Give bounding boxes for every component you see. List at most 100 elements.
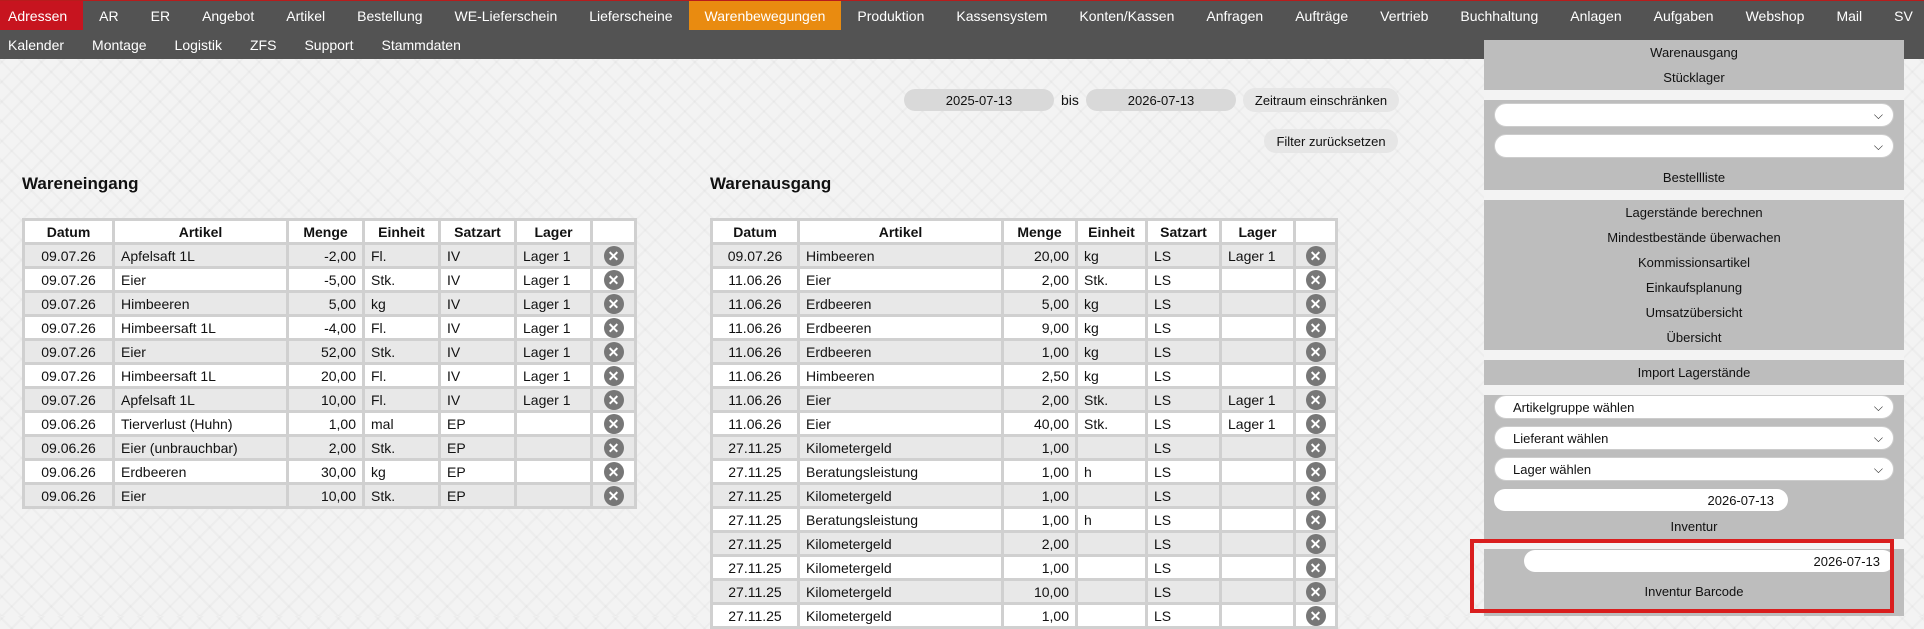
nav-item-anlagen[interactable]: Anlagen bbox=[1554, 1, 1637, 30]
column-header-menge[interactable]: Menge bbox=[286, 218, 365, 245]
sidebar-inventur-barcode-link[interactable]: Inventur Barcode bbox=[1484, 576, 1904, 606]
column-header-datum[interactable]: Datum bbox=[710, 218, 800, 245]
nav-item-mail[interactable]: Mail bbox=[1820, 1, 1878, 30]
column-header-artikel[interactable]: Artikel bbox=[112, 218, 289, 245]
close-circle-icon[interactable]: ✕ bbox=[603, 365, 624, 386]
column-header-lager[interactable]: Lager bbox=[514, 218, 593, 245]
table-row[interactable]: 27.11.25 Kilometergeld 1,00 LS ✕ bbox=[710, 554, 1338, 581]
table-row[interactable]: 09.07.26 Apfelsaft 1L -2,00 Fl. IV Lager 1 ✕ bbox=[22, 242, 637, 269]
close-circle-icon[interactable]: ✕ bbox=[1305, 581, 1326, 602]
sidebar-warenausgang-link[interactable]: Warenausgang bbox=[1484, 40, 1904, 65]
table-row[interactable]: 27.11.25 Kilometergeld 1,00 LS ✕ bbox=[710, 482, 1338, 509]
table-row[interactable]: 09.07.26 Himbeersaft 1L 20,00 Fl. IV Lager 1 ✕ bbox=[22, 362, 637, 389]
column-header-artikel[interactable]: Artikel bbox=[797, 218, 1004, 245]
sidebar-inventur-link[interactable]: Inventur bbox=[1484, 514, 1904, 539]
close-circle-icon[interactable]: ✕ bbox=[603, 461, 624, 482]
close-circle-icon[interactable]: ✕ bbox=[1305, 365, 1326, 386]
sidebar-bestellliste-link[interactable]: Bestellliste bbox=[1484, 165, 1904, 190]
stichtag-date-input[interactable]: 2026-07-13 bbox=[1494, 489, 1788, 511]
close-circle-icon[interactable]: ✕ bbox=[603, 389, 624, 410]
sidebar-select-2[interactable]: ⌵ bbox=[1494, 134, 1894, 158]
table-row[interactable]: 27.11.25 Kilometergeld 1,00 LS ✕ bbox=[710, 434, 1338, 461]
table-row[interactable]: 11.06.26 Erdbeeren 1,00 kg LS ✕ bbox=[710, 338, 1338, 365]
close-circle-icon[interactable]: ✕ bbox=[1305, 413, 1326, 434]
nav-item-kalender[interactable]: Kalender bbox=[0, 30, 84, 59]
nav-item-er[interactable]: ER bbox=[135, 1, 186, 30]
column-header-einheit[interactable]: Einheit bbox=[1075, 218, 1148, 245]
sidebar-link-mindestbestaende-ueberwachen[interactable]: Mindestbestände überwachen bbox=[1484, 225, 1904, 250]
column-header-satzart[interactable]: Satzart bbox=[1145, 218, 1222, 245]
table-row[interactable]: 27.11.25 Kilometergeld 2,00 LS ✕ bbox=[710, 530, 1338, 557]
table-row[interactable]: 11.06.26 Erdbeeren 9,00 kg LS ✕ bbox=[710, 314, 1338, 341]
table-row[interactable]: 09.06.26 Eier 10,00 Stk. EP ✕ bbox=[22, 482, 637, 509]
nav-item-zfs[interactable]: ZFS bbox=[242, 30, 296, 59]
table-row[interactable]: 09.06.26 Eier (unbrauchbar) 2,00 Stk. EP ✕ bbox=[22, 434, 637, 461]
sidebar-select-1[interactable]: ⌵ bbox=[1494, 103, 1894, 127]
nav-item-angebot[interactable]: Angebot bbox=[186, 1, 270, 30]
nav-item-ar[interactable]: AR bbox=[83, 1, 134, 30]
nav-item-warenbewegungen[interactable]: Warenbewegungen bbox=[688, 1, 842, 30]
table-row[interactable]: 27.11.25 Kilometergeld 10,00 LS ✕ bbox=[710, 578, 1338, 605]
sidebar-link-umsatzuebersicht[interactable]: Umsatzübersicht bbox=[1484, 300, 1904, 325]
table-row[interactable]: 27.11.25 Beratungsleistung 1,00 h LS ✕ bbox=[710, 458, 1338, 485]
close-circle-icon[interactable]: ✕ bbox=[1305, 293, 1326, 314]
sidebar-link-einkaufsplanung[interactable]: Einkaufsplanung bbox=[1484, 275, 1904, 300]
close-circle-icon[interactable]: ✕ bbox=[603, 245, 624, 266]
lager-select[interactable]: Lager wählen ⌵ bbox=[1494, 457, 1894, 481]
nav-item-we-lieferschein[interactable]: WE-Lieferschein bbox=[439, 1, 574, 30]
nav-item-kassensystem[interactable]: Kassensystem bbox=[940, 1, 1063, 30]
table-row[interactable]: 09.07.26 Himbeersaft 1L -4,00 Fl. IV Lager 1 ✕ bbox=[22, 314, 637, 341]
column-header-satzart[interactable]: Satzart bbox=[438, 218, 517, 245]
nav-item-webshop[interactable]: Webshop bbox=[1730, 1, 1821, 30]
column-header-einheit[interactable]: Einheit bbox=[362, 218, 441, 245]
nav-item-produktion[interactable]: Produktion bbox=[841, 1, 940, 30]
table-row[interactable]: 11.06.26 Erdbeeren 5,00 kg LS ✕ bbox=[710, 290, 1338, 317]
table-row[interactable]: 11.06.26 Eier 2,00 Stk. LS Lager 1 ✕ bbox=[710, 386, 1338, 413]
table-row[interactable]: 11.06.26 Himbeeren 2,50 kg LS ✕ bbox=[710, 362, 1338, 389]
sidebar-link-uebersicht[interactable]: Übersicht bbox=[1484, 325, 1904, 350]
restrict-period-button[interactable]: Zeitraum einschränken bbox=[1243, 88, 1399, 112]
close-circle-icon[interactable]: ✕ bbox=[1305, 317, 1326, 338]
column-header-datum[interactable]: Datum bbox=[22, 218, 115, 245]
sidebar-link-kommissionsartikel[interactable]: Kommissionsartikel bbox=[1484, 250, 1904, 275]
close-circle-icon[interactable]: ✕ bbox=[603, 317, 624, 338]
close-circle-icon[interactable]: ✕ bbox=[603, 269, 624, 290]
nav-item-bestellung[interactable]: Bestellung bbox=[341, 1, 438, 30]
close-circle-icon[interactable]: ✕ bbox=[1305, 341, 1326, 362]
sidebar-link-lagerstaende-berechnen[interactable]: Lagerstände berechnen bbox=[1484, 200, 1904, 225]
artikelgruppe-select[interactable]: Artikelgruppe wählen ⌵ bbox=[1494, 395, 1894, 419]
table-row[interactable]: 27.11.25 Beratungsleistung 1,00 h LS ✕ bbox=[710, 506, 1338, 533]
close-circle-icon[interactable]: ✕ bbox=[1305, 245, 1326, 266]
close-circle-icon[interactable]: ✕ bbox=[603, 293, 624, 314]
reset-filter-button[interactable]: Filter zurücksetzen bbox=[1264, 129, 1398, 153]
close-circle-icon[interactable]: ✕ bbox=[1305, 509, 1326, 530]
table-row[interactable]: 09.07.26 Eier 52,00 Stk. IV Lager 1 ✕ bbox=[22, 338, 637, 365]
nav-item-adressen[interactable]: Adressen bbox=[0, 1, 84, 30]
nav-item-aufgaben[interactable]: Aufgaben bbox=[1638, 1, 1730, 30]
close-circle-icon[interactable]: ✕ bbox=[1305, 557, 1326, 578]
close-circle-icon[interactable]: ✕ bbox=[1305, 461, 1326, 482]
close-circle-icon[interactable]: ✕ bbox=[603, 437, 624, 458]
close-circle-icon[interactable]: ✕ bbox=[603, 341, 624, 362]
table-row[interactable]: 09.07.26 Himbeeren 20,00 kg LS Lager 1 ✕ bbox=[710, 242, 1338, 269]
nav-item-vertrieb[interactable]: Vertrieb bbox=[1364, 1, 1444, 30]
table-row[interactable]: 09.07.26 Eier -5,00 Stk. IV Lager 1 ✕ bbox=[22, 266, 637, 293]
inventur-date-input[interactable]: 2026-07-13 bbox=[1524, 550, 1894, 572]
table-row[interactable]: 11.06.26 Eier 2,00 Stk. LS ✕ bbox=[710, 266, 1338, 293]
nav-item-anfragen[interactable]: Anfragen bbox=[1190, 1, 1279, 30]
date-to-input[interactable]: 2026-07-13 bbox=[1086, 89, 1236, 111]
close-circle-icon[interactable]: ✕ bbox=[1305, 269, 1326, 290]
nav-item-konten-kassen[interactable]: Konten/Kassen bbox=[1063, 1, 1190, 30]
close-circle-icon[interactable]: ✕ bbox=[1305, 437, 1326, 458]
nav-item-stammdaten[interactable]: Stammdaten bbox=[374, 30, 481, 59]
close-circle-icon[interactable]: ✕ bbox=[603, 413, 624, 434]
nav-item-auftraege[interactable]: Aufträge bbox=[1279, 1, 1364, 30]
nav-item-lieferscheine[interactable]: Lieferscheine bbox=[573, 1, 688, 30]
column-header-lager[interactable]: Lager bbox=[1219, 218, 1296, 245]
table-row[interactable]: 09.06.26 Tierverlust (Huhn) 1,00 mal EP ✕ bbox=[22, 410, 637, 437]
date-from-input[interactable]: 2025-07-13 bbox=[904, 89, 1054, 111]
nav-item-buchhaltung[interactable]: Buchhaltung bbox=[1444, 1, 1554, 30]
sidebar-stuecklager-link[interactable]: Stücklager bbox=[1484, 65, 1904, 90]
table-row[interactable]: 09.06.26 Erdbeeren 30,00 kg EP ✕ bbox=[22, 458, 637, 485]
nav-item-sv[interactable]: SV bbox=[1878, 1, 1924, 30]
